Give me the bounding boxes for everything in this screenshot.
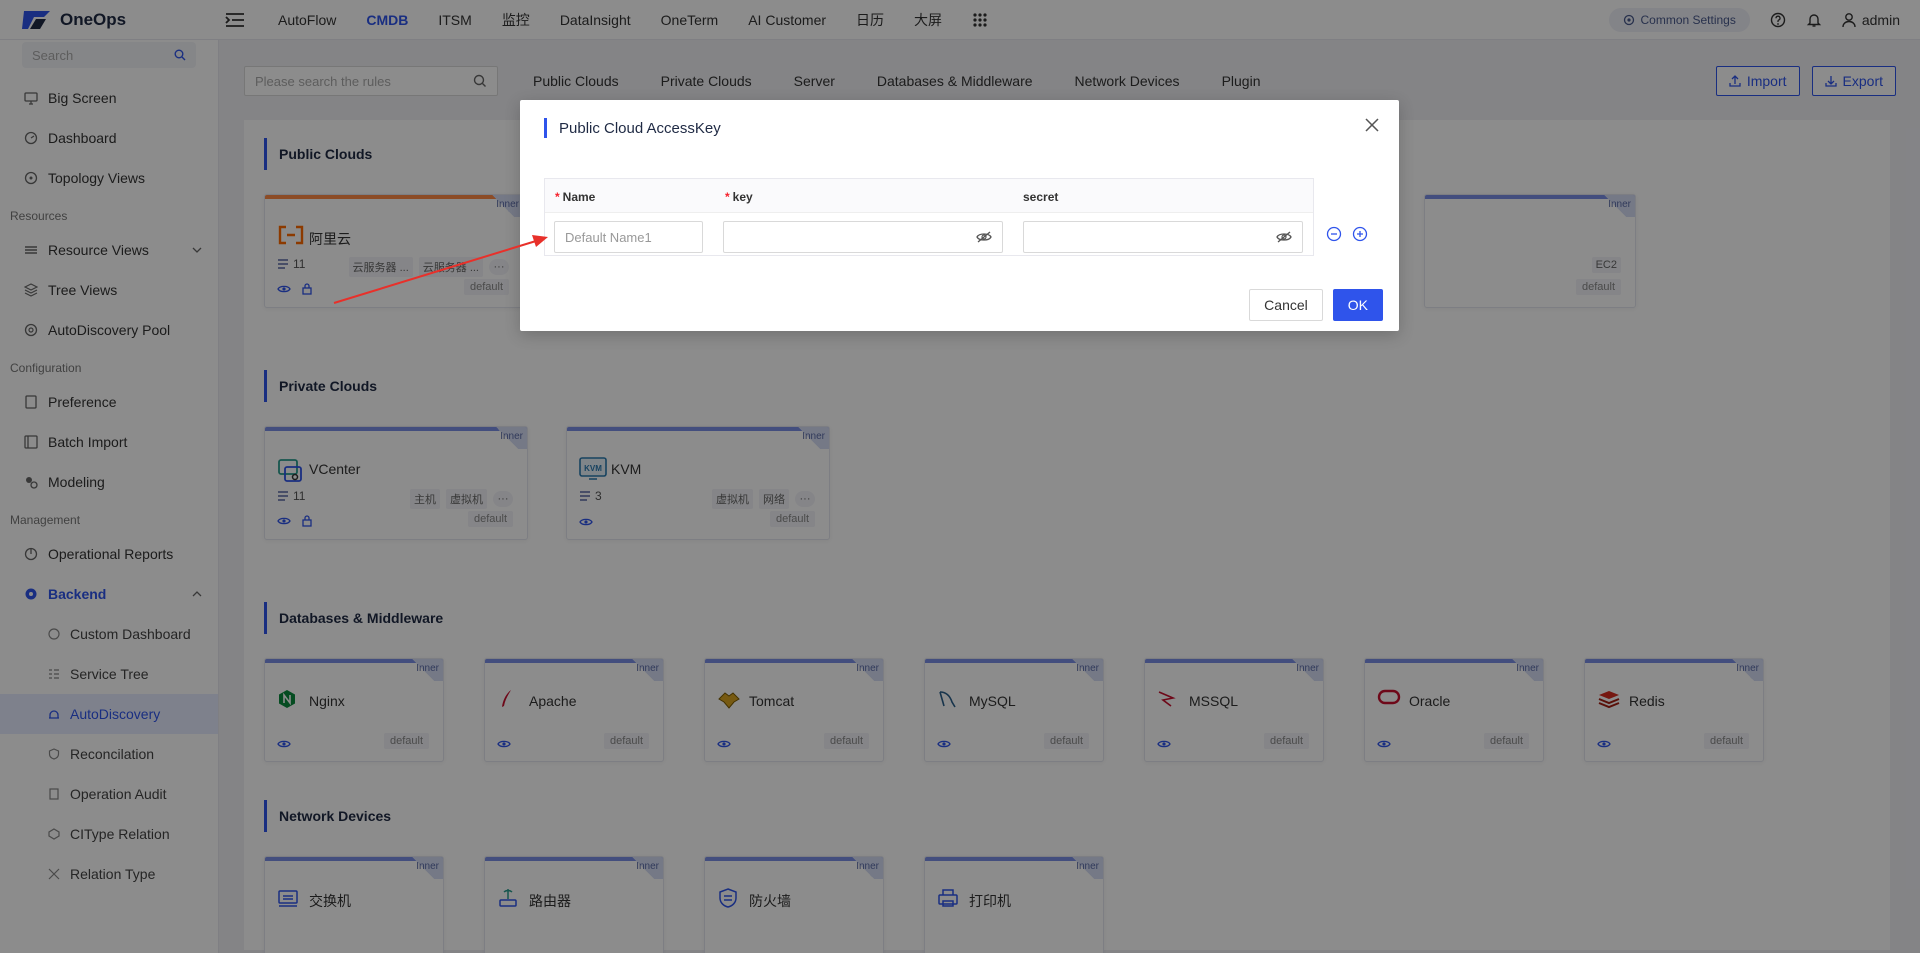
eye-off-icon[interactable] [1276, 231, 1292, 243]
ok-button[interactable]: OK [1332, 289, 1383, 321]
accesskey-modal: Public Cloud AccessKey * Name * key secret… [520, 100, 1399, 331]
modal-title: Public Cloud AccessKey [544, 118, 721, 138]
secret-input[interactable] [1023, 221, 1303, 253]
col-secret: secret [1023, 190, 1058, 204]
col-key-label: key [732, 190, 753, 204]
col-secret-label: secret [1023, 190, 1059, 204]
key-input[interactable] [723, 221, 1003, 253]
accesskey-table: * Name * key secret Default Name1 [544, 178, 1314, 256]
cancel-button[interactable]: Cancel [1249, 289, 1323, 321]
name-input[interactable]: Default Name1 [554, 221, 703, 253]
table-row: Default Name1 [545, 221, 1313, 255]
modal-footer: Cancel OK [1249, 289, 1383, 321]
minus-circle-icon[interactable] [1326, 226, 1342, 242]
eye-off-icon[interactable] [976, 231, 992, 243]
table-header: * Name * key secret [545, 179, 1313, 213]
col-name: * Name [555, 190, 596, 204]
close-icon[interactable] [1365, 118, 1379, 132]
plus-circle-icon[interactable] [1352, 226, 1368, 242]
col-key: * key [725, 190, 753, 204]
col-name-label: Name [562, 190, 596, 204]
name-input-placeholder: Default Name1 [565, 229, 652, 245]
row-operations [1326, 226, 1368, 242]
